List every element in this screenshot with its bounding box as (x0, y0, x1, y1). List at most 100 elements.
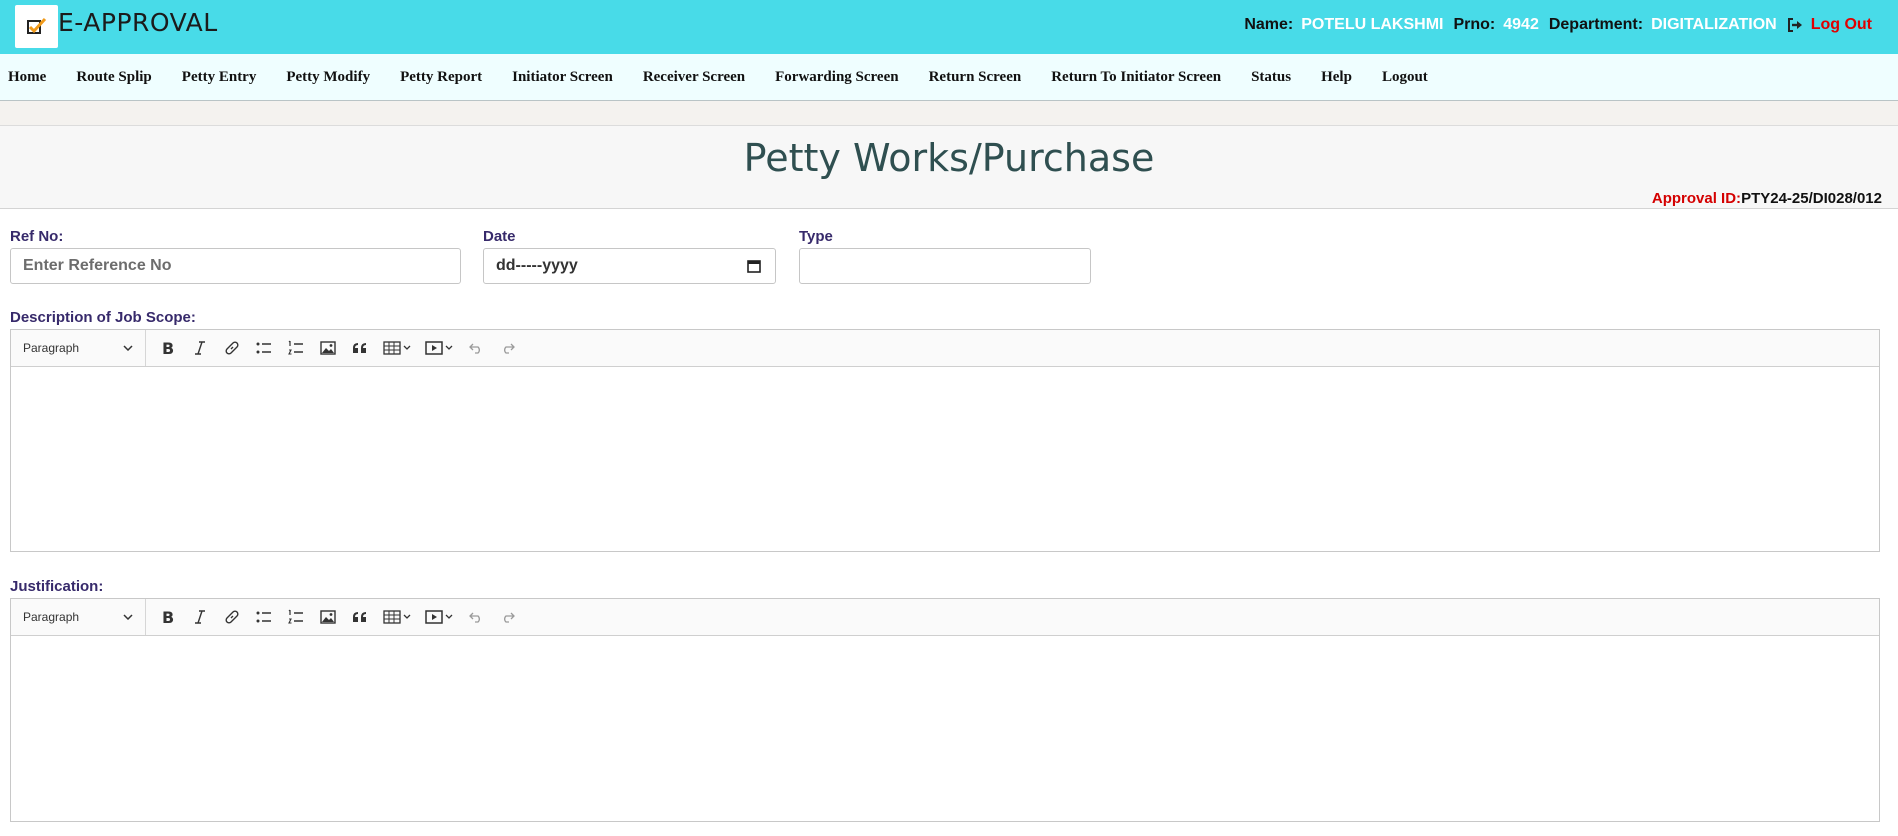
image-icon (320, 341, 336, 355)
editor-toolbar: Paragraph B (11, 599, 1879, 636)
page-title: Petty Works/Purchase (743, 136, 1155, 180)
undo-button[interactable] (460, 601, 492, 633)
numbered-list-icon (288, 609, 303, 624)
italic-icon (195, 341, 205, 355)
bold-button[interactable]: B (152, 601, 184, 633)
svg-text:B: B (162, 609, 174, 625)
blockquote-icon (353, 343, 366, 353)
bulleted-list-button[interactable] (248, 601, 280, 633)
svg-text:B: B (162, 340, 174, 356)
type-label: Type (799, 228, 833, 245)
approval-id-value: PTY24-25/DI028/012 (1741, 190, 1882, 207)
top-header: E-APPROVAL Name: POTELU LAKSHMI Prno: 49… (0, 0, 1898, 54)
type-field[interactable] (799, 248, 1091, 284)
bulleted-list-button[interactable] (248, 332, 280, 364)
nav-petty-modify[interactable]: Petty Modify (286, 69, 370, 86)
approval-id: Approval ID:PTY24-25/DI028/012 (1652, 190, 1882, 207)
approval-id-label: Approval ID: (1651, 190, 1742, 207)
numbered-list-button[interactable] (280, 601, 312, 633)
table-icon (383, 341, 411, 355)
image-button[interactable] (312, 332, 344, 364)
link-icon (225, 341, 239, 355)
editor-toolbar: Paragraph B (11, 330, 1879, 367)
blockquote-button[interactable] (344, 601, 376, 633)
nav-help[interactable]: Help (1321, 69, 1352, 86)
nav-return-screen[interactable]: Return Screen (929, 69, 1022, 86)
ref-no-input[interactable] (10, 248, 461, 284)
bulleted-list-icon (256, 611, 271, 623)
blockquote-button[interactable] (344, 332, 376, 364)
nav-status[interactable]: Status (1251, 69, 1291, 86)
link-icon (225, 610, 239, 624)
spacer-strip (0, 101, 1898, 125)
ref-no-label: Ref No: (10, 228, 64, 245)
table-icon (383, 610, 411, 624)
sign-out-icon (1787, 18, 1802, 32)
nav-receiver-screen[interactable]: Receiver Screen (643, 69, 745, 86)
description-editor: Paragraph B (10, 329, 1880, 552)
logout-link[interactable]: Log Out (1787, 16, 1872, 34)
table-button[interactable] (376, 601, 418, 633)
paragraph-dropdown[interactable]: Paragraph (11, 599, 146, 635)
bold-button[interactable]: B (152, 332, 184, 364)
media-icon (425, 610, 453, 624)
undo-icon (469, 343, 480, 354)
chevron-down-icon (123, 614, 133, 620)
numbered-list-icon (288, 340, 303, 355)
nav-forwarding-screen[interactable]: Forwarding Screen (775, 69, 898, 86)
media-icon (425, 341, 453, 355)
nav-home[interactable]: Home (8, 69, 46, 86)
media-button[interactable] (418, 332, 460, 364)
calendar-icon[interactable] (747, 259, 761, 273)
media-button[interactable] (418, 601, 460, 633)
undo-button[interactable] (460, 332, 492, 364)
nav-return-to-initiator-screen[interactable]: Return To Initiator Screen (1051, 69, 1221, 86)
date-label: Date (483, 228, 516, 245)
undo-icon (469, 612, 480, 623)
app-title: E-APPROVAL (58, 8, 218, 37)
italic-button[interactable] (184, 601, 216, 633)
department-value: DIGITALIZATION (1651, 16, 1777, 33)
bold-icon: B (162, 609, 174, 625)
date-value: dd-----yyyy (496, 257, 578, 274)
image-icon (320, 610, 336, 624)
paragraph-dropdown-label: Paragraph (23, 341, 80, 355)
justification-text-area[interactable] (11, 636, 1879, 821)
link-button[interactable] (216, 601, 248, 633)
blockquote-icon (353, 612, 366, 622)
prno-value: 4942 (1503, 16, 1539, 33)
nav-petty-entry[interactable]: Petty Entry (182, 69, 257, 86)
justification-editor: Paragraph B (10, 598, 1880, 822)
link-button[interactable] (216, 332, 248, 364)
redo-icon (504, 343, 515, 354)
description-label: Description of Job Scope: (10, 309, 196, 326)
image-button[interactable] (312, 601, 344, 633)
name-label: Name: (1244, 16, 1294, 33)
department-label: Department: (1548, 16, 1644, 33)
paragraph-dropdown-label: Paragraph (23, 610, 80, 624)
bulleted-list-icon (256, 342, 271, 354)
redo-button[interactable] (492, 601, 524, 633)
redo-icon (504, 612, 515, 623)
app-logo (15, 5, 58, 48)
italic-button[interactable] (184, 332, 216, 364)
nav-route-splip[interactable]: Route Splip (76, 69, 151, 86)
nav-petty-report[interactable]: Petty Report (400, 69, 482, 86)
table-button[interactable] (376, 332, 418, 364)
prno-label: Prno: (1453, 16, 1496, 33)
description-text-area[interactable] (11, 367, 1879, 551)
logout-label: Log Out (1810, 16, 1872, 33)
justification-label: Justification: (10, 578, 104, 595)
title-band: Petty Works/Purchase Approval ID:PTY24-2… (0, 125, 1898, 209)
paragraph-dropdown[interactable]: Paragraph (11, 330, 146, 366)
italic-icon (195, 610, 205, 624)
checklist-icon (26, 17, 46, 34)
redo-button[interactable] (492, 332, 524, 364)
numbered-list-button[interactable] (280, 332, 312, 364)
name-value: POTELU LAKSHMI (1301, 16, 1444, 33)
nav-initiator-screen[interactable]: Initiator Screen (512, 69, 613, 86)
user-info: Name: POTELU LAKSHMI Prno: 4942 Departme… (1244, 16, 1872, 34)
date-input[interactable]: dd-----yyyy (483, 248, 776, 284)
nav-logout[interactable]: Logout (1382, 69, 1428, 86)
bold-icon: B (162, 340, 174, 356)
